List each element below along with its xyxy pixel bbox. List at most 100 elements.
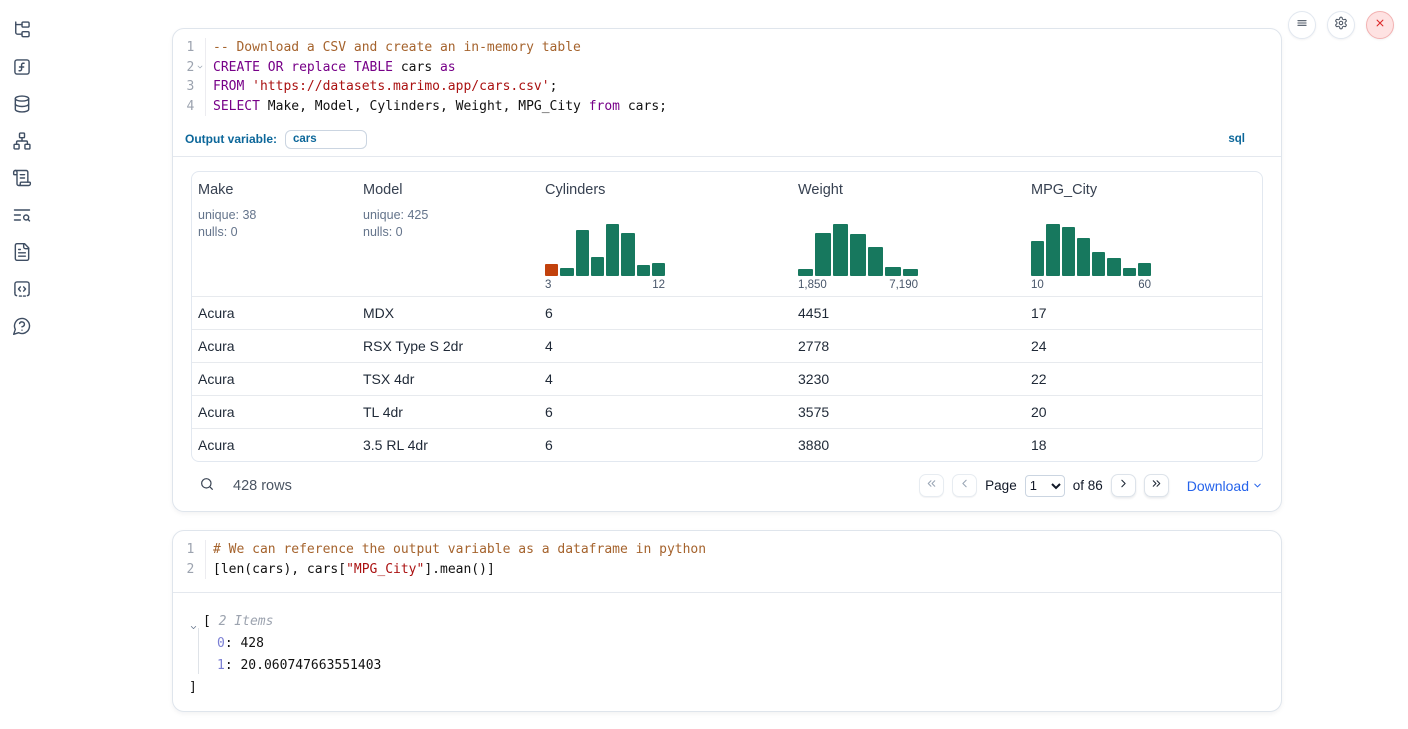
table-footer: 428 rows Page 1 of 86 Download xyxy=(191,462,1263,509)
previous-page-button[interactable] xyxy=(952,474,977,497)
table-row[interactable]: AcuraTL 4dr6357520 xyxy=(192,395,1262,428)
sidebar-item-functions[interactable] xyxy=(11,58,33,80)
hist-bar xyxy=(1077,238,1090,276)
column-header-model[interactable]: Model unique: 425 nulls: 0 xyxy=(357,172,539,296)
code-text: SELECT Make, Model, Cylinders, Weight, M… xyxy=(206,97,667,117)
cell-cylinders: 4 xyxy=(539,371,792,387)
code-line[interactable]: 1-- Download a CSV and create an in-memo… xyxy=(173,38,1281,58)
code-token: SELECT xyxy=(213,99,260,114)
code-line[interactable]: 1# We can reference the output variable … xyxy=(173,540,1281,560)
sidebar-item-datasources[interactable] xyxy=(11,95,33,117)
code-token: [ xyxy=(203,611,219,633)
collapse-chevron-icon[interactable] xyxy=(189,618,198,627)
language-badge[interactable]: sql xyxy=(1228,133,1245,145)
hist-min-label: 10 xyxy=(1031,279,1044,291)
page-select[interactable]: 1 xyxy=(1025,475,1065,497)
hist-bar xyxy=(1138,263,1151,276)
hist-bar xyxy=(1107,258,1120,276)
network-icon xyxy=(12,131,32,156)
code-text: # We can reference the output variable a… xyxy=(206,540,706,560)
cell-weight: 3230 xyxy=(792,371,1025,387)
column-header-cylinders[interactable]: Cylinders 3 12 xyxy=(539,172,792,296)
line-number: 3 xyxy=(173,77,194,97)
code-token: ].mean()] xyxy=(424,562,494,577)
menu-button[interactable] xyxy=(1288,11,1316,39)
table-row[interactable]: AcuraRSX Type S 2dr4277824 xyxy=(192,329,1262,362)
cell-make: Acura xyxy=(192,305,357,321)
cell-model: MDX xyxy=(357,305,539,321)
hist-bar xyxy=(1092,252,1105,276)
cell-divider xyxy=(173,156,1281,157)
sidebar-item-search[interactable] xyxy=(11,206,33,228)
cell-cylinders: 4 xyxy=(539,338,792,354)
code-text: -- Download a CSV and create an in-memor… xyxy=(206,38,581,58)
data-table: Make unique: 38 nulls: 0 Model unique: 4… xyxy=(191,171,1263,462)
search-icon[interactable] xyxy=(199,476,215,496)
hist-bar xyxy=(637,265,650,276)
code-token: cars; xyxy=(620,99,667,114)
hist-bar xyxy=(903,269,918,276)
code-line[interactable]: 2CREATE OR replace TABLE cars as xyxy=(173,58,1281,78)
output-variable-row: Output variable: sql xyxy=(185,128,1281,150)
code-text: [len(cars), cars["MPG_City"].mean()] xyxy=(206,560,495,580)
fold-gutter xyxy=(194,77,205,97)
cell-make: Acura xyxy=(192,437,357,453)
code-token: [len(cars), cars[ xyxy=(213,562,346,577)
chevron-down-icon xyxy=(1252,478,1263,494)
chevron-left-icon xyxy=(958,477,971,495)
sidebar-item-documentation[interactable] xyxy=(11,243,33,265)
hist-min-label: 1,850 xyxy=(798,279,827,291)
column-header-make[interactable]: Make unique: 38 nulls: 0 xyxy=(192,172,357,296)
last-page-button[interactable] xyxy=(1144,474,1169,497)
table-row[interactable]: AcuraMDX6445117 xyxy=(192,296,1262,329)
sidebar-item-logs[interactable] xyxy=(11,169,33,191)
table-row[interactable]: Acura3.5 RL 4dr6388018 xyxy=(192,428,1262,461)
hist-bar xyxy=(833,224,848,276)
code-editor[interactable]: 1-- Download a CSV and create an in-memo… xyxy=(173,29,1281,116)
output-tree-line: 0: 428 xyxy=(189,633,1281,655)
fold-chevron-icon[interactable] xyxy=(194,58,205,78)
chevrons-right-icon xyxy=(1150,477,1163,495)
code-line[interactable]: 4 SELECT Make, Model, Cylinders, Weight, … xyxy=(173,97,1281,117)
code-token: 0 xyxy=(217,633,225,655)
output-tree-line: [ 2 Items xyxy=(189,611,1281,633)
fold-gutter xyxy=(194,97,205,117)
sidebar-item-help[interactable] xyxy=(11,317,33,339)
sidebar-item-snippets[interactable] xyxy=(11,280,33,302)
code-token: 2 Items xyxy=(219,611,274,633)
hist-bar xyxy=(1046,224,1059,276)
hist-min-label: 3 xyxy=(545,279,551,291)
shutdown-button[interactable] xyxy=(1366,11,1394,39)
cell-model: RSX Type S 2dr xyxy=(357,338,539,354)
line-number: 4 xyxy=(173,97,194,117)
code-line[interactable]: 2 [len(cars), cars["MPG_City"].mean()] xyxy=(173,560,1281,580)
column-header-mpg-city[interactable]: MPG_City 10 60 xyxy=(1025,172,1262,296)
top-controls xyxy=(1288,11,1394,39)
table-row[interactable]: AcuraTSX 4dr4323022 xyxy=(192,362,1262,395)
line-number: 2 xyxy=(173,560,194,580)
cell-cylinders: 6 xyxy=(539,404,792,420)
line-number: 2 xyxy=(173,58,194,78)
code-token: : xyxy=(225,633,241,655)
code-token: 1 xyxy=(217,655,225,677)
code-token: cars xyxy=(393,60,440,75)
download-button[interactable]: Download xyxy=(1187,478,1263,494)
hist-bar xyxy=(545,264,558,276)
hist-bar xyxy=(1062,227,1075,276)
sidebar-item-dependency-graph[interactable] xyxy=(11,132,33,154)
next-page-button[interactable] xyxy=(1111,474,1136,497)
settings-button[interactable] xyxy=(1327,11,1355,39)
function-square-icon xyxy=(12,57,32,82)
hist-bar xyxy=(652,263,665,276)
code-line[interactable]: 3FROM 'https://datasets.marimo.app/cars.… xyxy=(173,77,1281,97)
output-variable-input[interactable] xyxy=(285,130,367,149)
first-page-button[interactable] xyxy=(919,474,944,497)
cell-mpg-city: 22 xyxy=(1025,371,1262,387)
sidebar-item-file-explorer[interactable] xyxy=(11,21,33,43)
cell-weight: 4451 xyxy=(792,305,1025,321)
code-token: 428 xyxy=(240,633,263,655)
code-editor[interactable]: 1# We can reference the output variable … xyxy=(173,531,1281,579)
notebook-cell-sql: 1 -- Download a CSV and create an in-memo… xyxy=(172,28,1282,512)
cell-make: Acura xyxy=(192,404,357,420)
column-header-weight[interactable]: Weight 1,850 7,190 xyxy=(792,172,1025,296)
